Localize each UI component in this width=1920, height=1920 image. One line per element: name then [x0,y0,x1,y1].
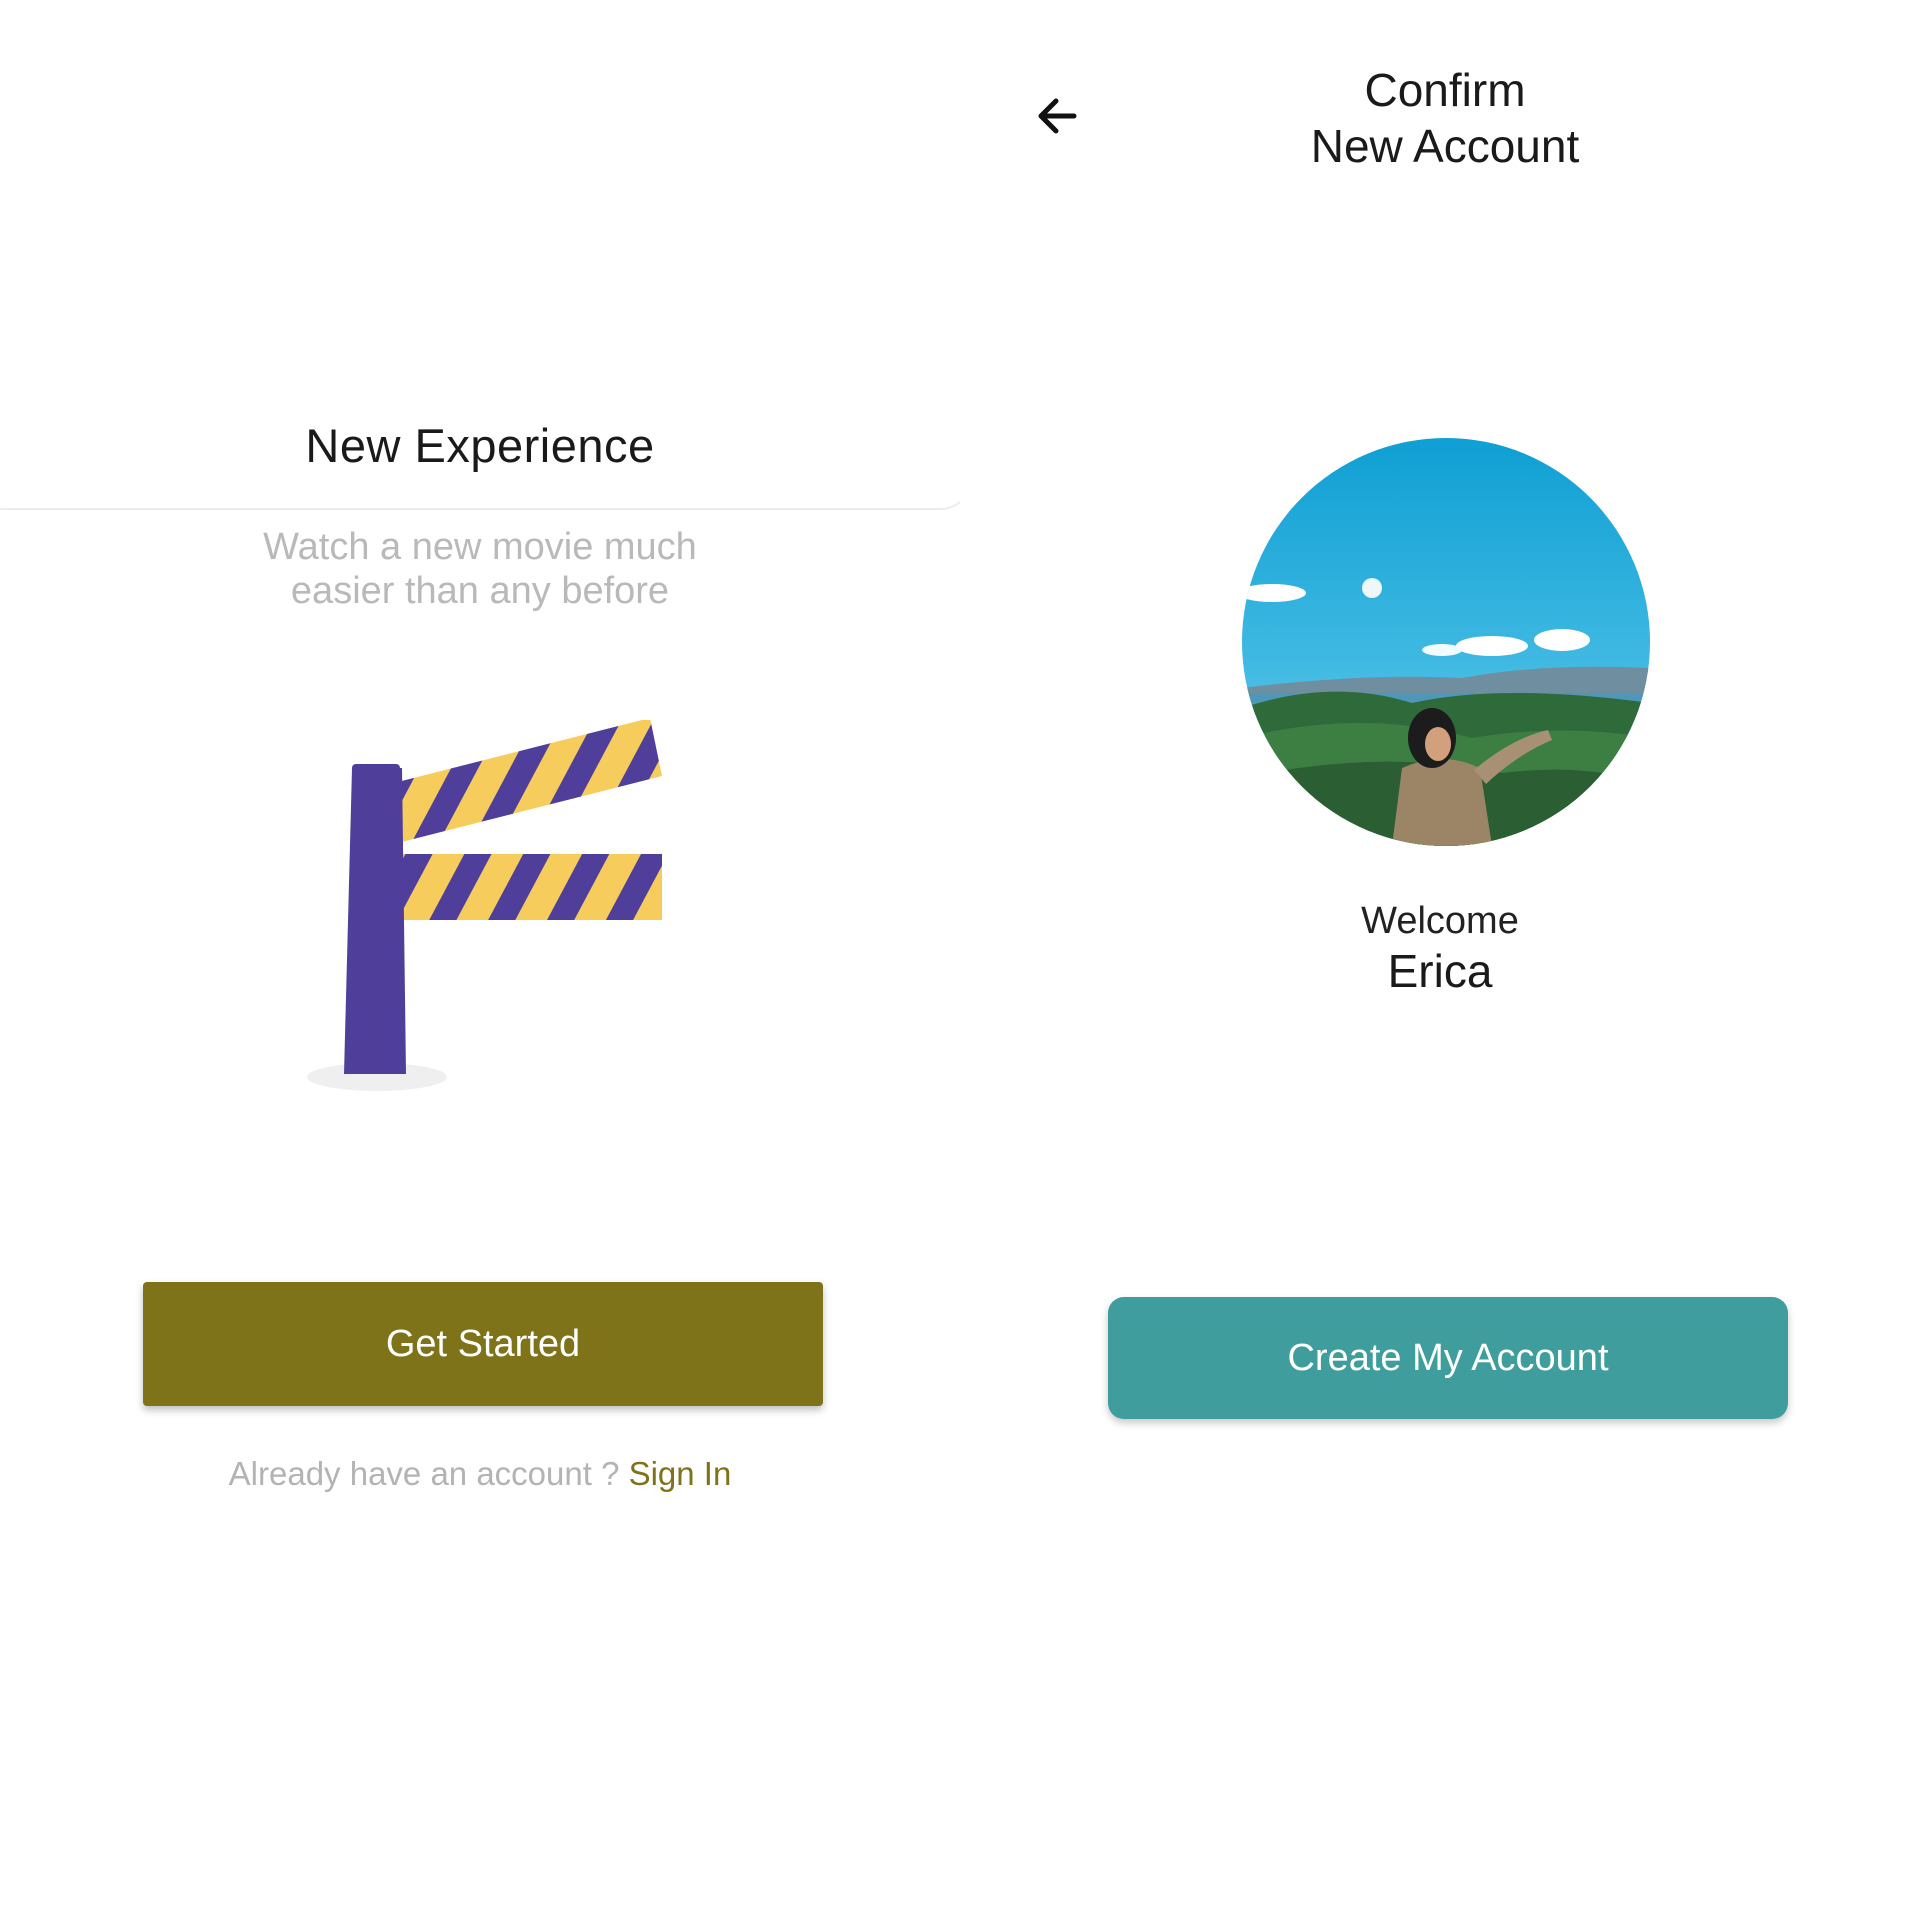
signin-prompt: Already have an account ? [228,1455,629,1492]
confirm-account-screen: Confirm New Account Welcome Erica Create… [960,0,1920,1920]
profile-photo[interactable] [1242,438,1650,846]
sign-in-link[interactable]: Sign In [629,1455,732,1492]
onboarding-screen: New Experience Watch a new movie much ea… [0,0,960,1920]
road-barrier-icon [307,720,662,1091]
page-title-line2: New Account [1310,120,1580,172]
create-account-button[interactable]: Create My Account [1108,1297,1788,1419]
subtitle: Watch a new movie much easier than any b… [263,526,697,612]
get-started-button[interactable]: Get Started [143,1282,823,1406]
user-name: Erica [1387,945,1493,997]
page-title: Confirm New Account [1200,62,1690,174]
welcome-label: Welcome [1361,900,1519,942]
page-title-line1: Confirm [1364,64,1526,116]
back-arrow-icon[interactable] [1030,88,1086,144]
headline: New Experience [305,419,655,472]
signin-row: Already have an account ? Sign In [0,1455,960,1493]
